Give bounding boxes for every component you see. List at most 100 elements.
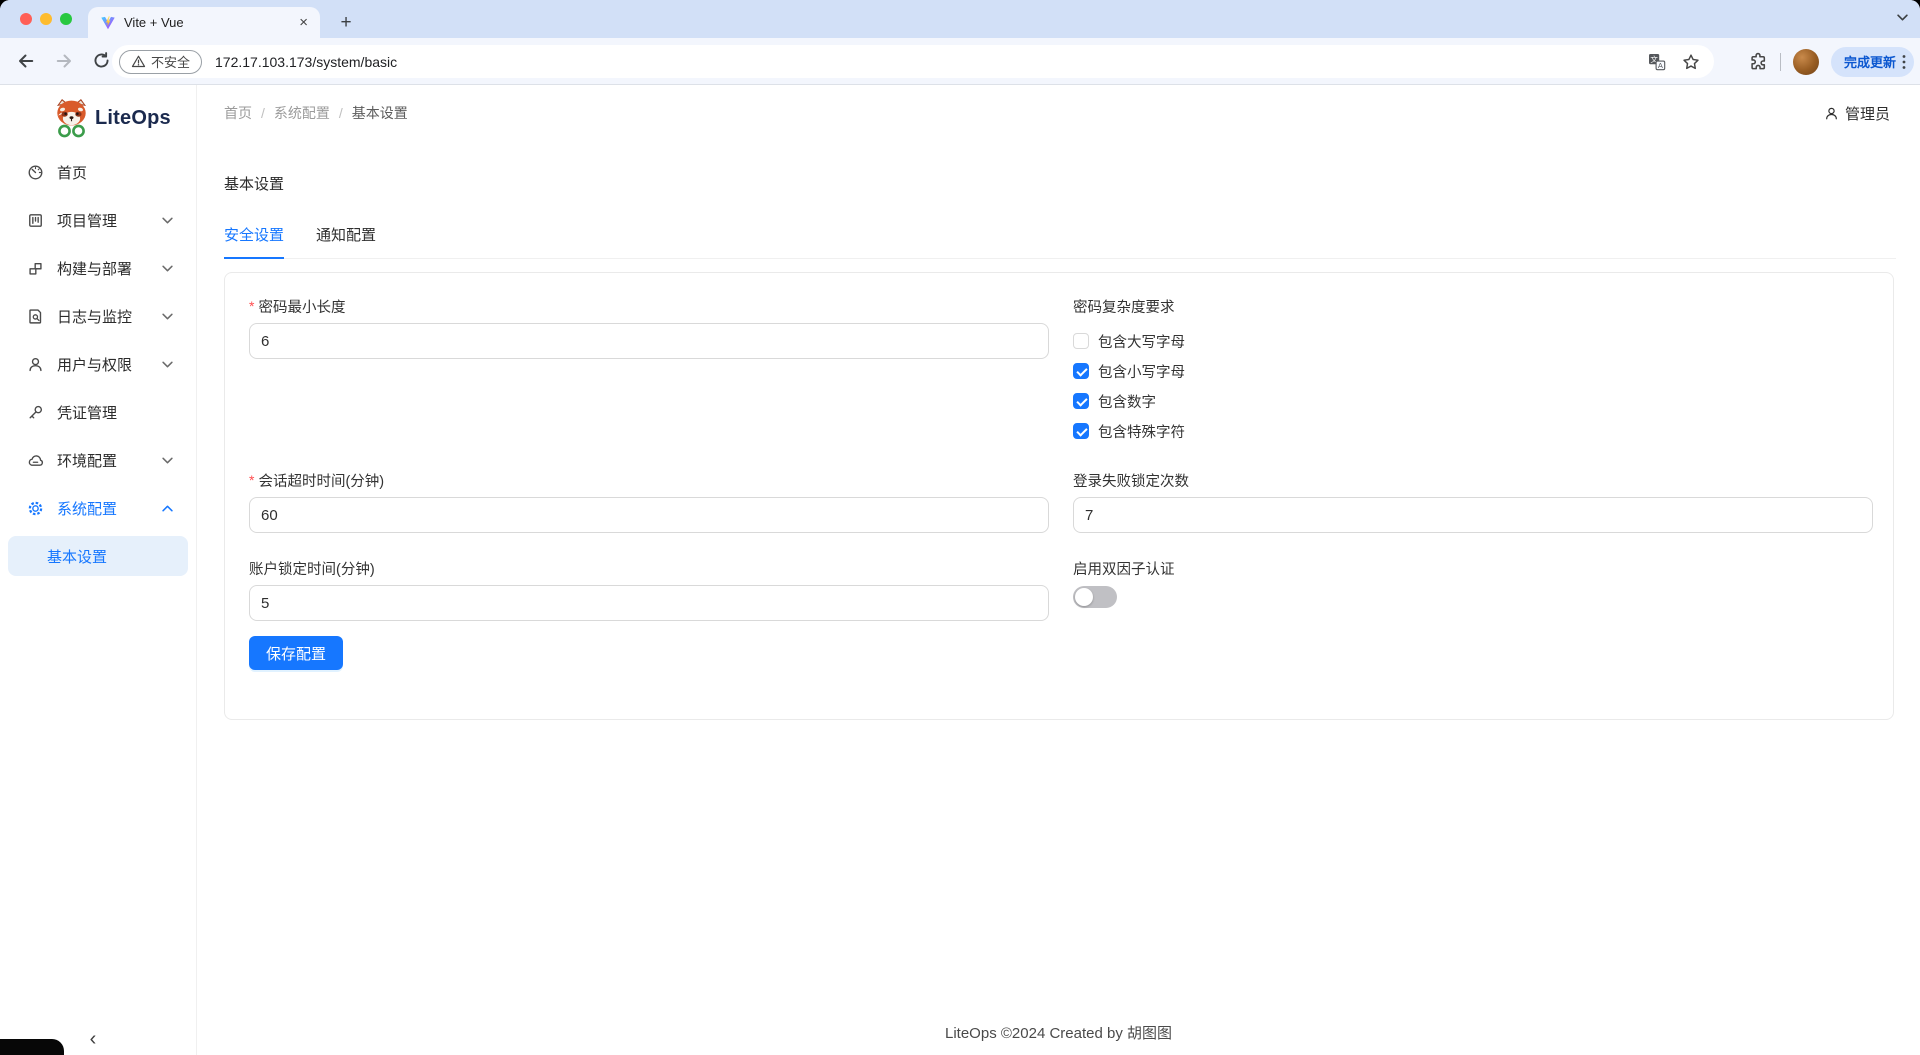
sidebar: LiteOps 首页 项目管理 <box>0 85 197 1055</box>
traffic-lights <box>20 13 72 25</box>
sidebar-item-label: 凭证管理 <box>57 402 173 423</box>
close-window-button[interactable] <box>20 13 32 25</box>
password-complexity-label: 密码复杂度要求 <box>1073 295 1175 317</box>
toolbar-divider <box>1780 53 1781 71</box>
save-config-button[interactable]: 保存配置 <box>249 636 343 670</box>
checkbox-row-special-chars[interactable]: 包含特殊字符 <box>1073 419 1185 443</box>
checkbox-row-numbers[interactable]: 包含数字 <box>1073 389 1156 413</box>
chevron-down-icon[interactable] <box>1897 14 1908 21</box>
checkbox-uppercase[interactable] <box>1073 333 1089 349</box>
translate-icon[interactable]: 文 A <box>1648 53 1666 71</box>
browser-window: Vite + Vue × + 不安全 172.17.103.173/system… <box>0 0 1920 1055</box>
sidebar-item-label: 构建与部署 <box>57 258 162 279</box>
user-name: 管理员 <box>1845 103 1890 124</box>
tab-strip: Vite + Vue × + <box>0 0 1920 38</box>
sidebar-item-label: 日志与监控 <box>57 306 162 327</box>
sidebar-item-users-permissions[interactable]: 用户与权限 <box>8 344 188 384</box>
checkbox-special-chars[interactable] <box>1073 423 1089 439</box>
sidebar-collapse-button[interactable]: ‹ <box>82 1028 104 1050</box>
tab-security-settings[interactable]: 安全设置 <box>224 224 284 259</box>
user-icon <box>1824 106 1839 121</box>
gear-icon <box>27 500 44 517</box>
breadcrumb: 首页 / 系统配置 / 基本设置 <box>224 103 408 123</box>
sidebar-item-home[interactable]: 首页 <box>8 152 188 192</box>
session-timeout-field: * 会话超时时间(分钟) <box>249 469 1049 533</box>
zoom-window-button[interactable] <box>60 13 72 25</box>
sidebar-item-system-config[interactable]: 系统配置 <box>8 488 188 528</box>
sidebar-item-logs-monitoring[interactable]: 日志与监控 <box>8 296 188 336</box>
settings-card: * 密码最小长度 密码复杂度要求 包含大写字母 包含小写字母 包含数字 <box>224 272 1894 720</box>
dashboard-icon <box>27 164 44 181</box>
more-menu-icon[interactable] <box>1902 54 1906 70</box>
chevron-up-icon <box>162 505 173 512</box>
two-factor-label: 启用双因子认证 <box>1073 557 1175 579</box>
sidebar-item-label: 项目管理 <box>57 210 162 231</box>
liteops-logo[interactable]: LiteOps <box>53 97 171 139</box>
new-tab-button[interactable]: + <box>332 9 360 37</box>
minimize-window-button[interactable] <box>40 13 52 25</box>
red-panda-logo-icon <box>53 97 90 139</box>
tabs-bar: 安全设置 通知配置 <box>224 224 1896 259</box>
checkbox-numbers[interactable] <box>1073 393 1089 409</box>
field-label: 密码最小长度 <box>258 296 345 317</box>
sidebar-item-projects[interactable]: 项目管理 <box>8 200 188 240</box>
app-root: LiteOps 首页 项目管理 <box>0 85 1920 1055</box>
user-menu[interactable]: 管理员 <box>1824 103 1890 124</box>
reload-icon[interactable] <box>92 51 114 73</box>
field-label: 会话超时时间(分钟) <box>258 470 384 491</box>
forward-icon[interactable] <box>54 51 76 73</box>
checkbox-row-lowercase[interactable]: 包含小写字母 <box>1073 359 1185 383</box>
back-icon[interactable] <box>16 51 38 73</box>
checkbox-lowercase[interactable] <box>1073 363 1089 379</box>
chevron-down-icon <box>162 313 173 320</box>
page-footer: LiteOps ©2024 Created by 胡图图 <box>197 1022 1920 1043</box>
chevron-down-icon <box>162 265 173 272</box>
vite-favicon <box>100 15 116 31</box>
field-label: 登录失败锁定次数 <box>1073 470 1189 491</box>
checkbox-label: 包含小写字母 <box>1098 361 1185 382</box>
avatar[interactable] <box>1793 49 1819 75</box>
tab-close-icon[interactable]: × <box>297 15 310 30</box>
checkbox-row-uppercase[interactable]: 包含大写字母 <box>1073 329 1185 353</box>
sidebar-item-build-deploy[interactable]: 构建与部署 <box>8 248 188 288</box>
main-area: 首页 / 系统配置 / 基本设置 管理员 基本设置 安全设置 通知配置 <box>197 85 1920 1055</box>
svg-text:A: A <box>1658 60 1663 69</box>
breadcrumb-separator: / <box>339 105 343 121</box>
user-icon <box>27 356 44 373</box>
breadcrumb-home[interactable]: 首页 <box>224 103 252 123</box>
desktop-corner <box>0 1039 64 1055</box>
session-timeout-input[interactable] <box>249 497 1049 533</box>
two-factor-toggle[interactable] <box>1073 586 1117 608</box>
logo-text: LiteOps <box>95 107 171 130</box>
security-chip[interactable]: 不安全 <box>119 50 202 74</box>
password-min-length-input[interactable] <box>249 323 1049 359</box>
required-mark: * <box>249 472 254 488</box>
extensions-icon[interactable] <box>1749 52 1768 71</box>
url-bar[interactable]: 不安全 172.17.103.173/system/basic 文 A <box>112 45 1714 78</box>
breadcrumb-separator: / <box>261 105 265 121</box>
browser-toolbar: 不安全 172.17.103.173/system/basic 文 A <box>0 38 1920 85</box>
login-fail-lock-input[interactable] <box>1073 497 1873 533</box>
chevron-down-icon <box>162 217 173 224</box>
browser-tab[interactable]: Vite + Vue × <box>88 7 320 38</box>
sidebar-item-credentials[interactable]: 凭证管理 <box>8 392 188 432</box>
update-chrome-button[interactable]: 完成更新 <box>1831 47 1914 77</box>
sidebar-item-label: 首页 <box>57 162 173 183</box>
sidebar-nav: 首页 项目管理 构建与部署 <box>8 152 188 576</box>
breadcrumb-system-config[interactable]: 系统配置 <box>274 103 330 123</box>
field-label: 账户锁定时间(分钟) <box>249 558 375 579</box>
chevron-down-icon <box>162 361 173 368</box>
page-header: 首页 / 系统配置 / 基本设置 管理员 <box>197 85 1920 141</box>
bookmark-star-icon[interactable] <box>1682 53 1700 71</box>
checkbox-label: 包含特殊字符 <box>1098 421 1185 442</box>
build-icon <box>27 260 44 277</box>
file-search-icon <box>27 308 44 325</box>
url-text[interactable]: 172.17.103.173/system/basic <box>215 54 1648 70</box>
login-fail-lock-field: 登录失败锁定次数 <box>1073 469 1873 533</box>
sidebar-subitem-basic-settings[interactable]: 基本设置 <box>8 536 188 576</box>
sidebar-item-label: 系统配置 <box>57 498 162 519</box>
sidebar-item-environment[interactable]: 环境配置 <box>8 440 188 480</box>
tab-notification-config[interactable]: 通知配置 <box>316 224 376 258</box>
account-lock-time-input[interactable] <box>249 585 1049 621</box>
warning-icon <box>131 54 146 69</box>
